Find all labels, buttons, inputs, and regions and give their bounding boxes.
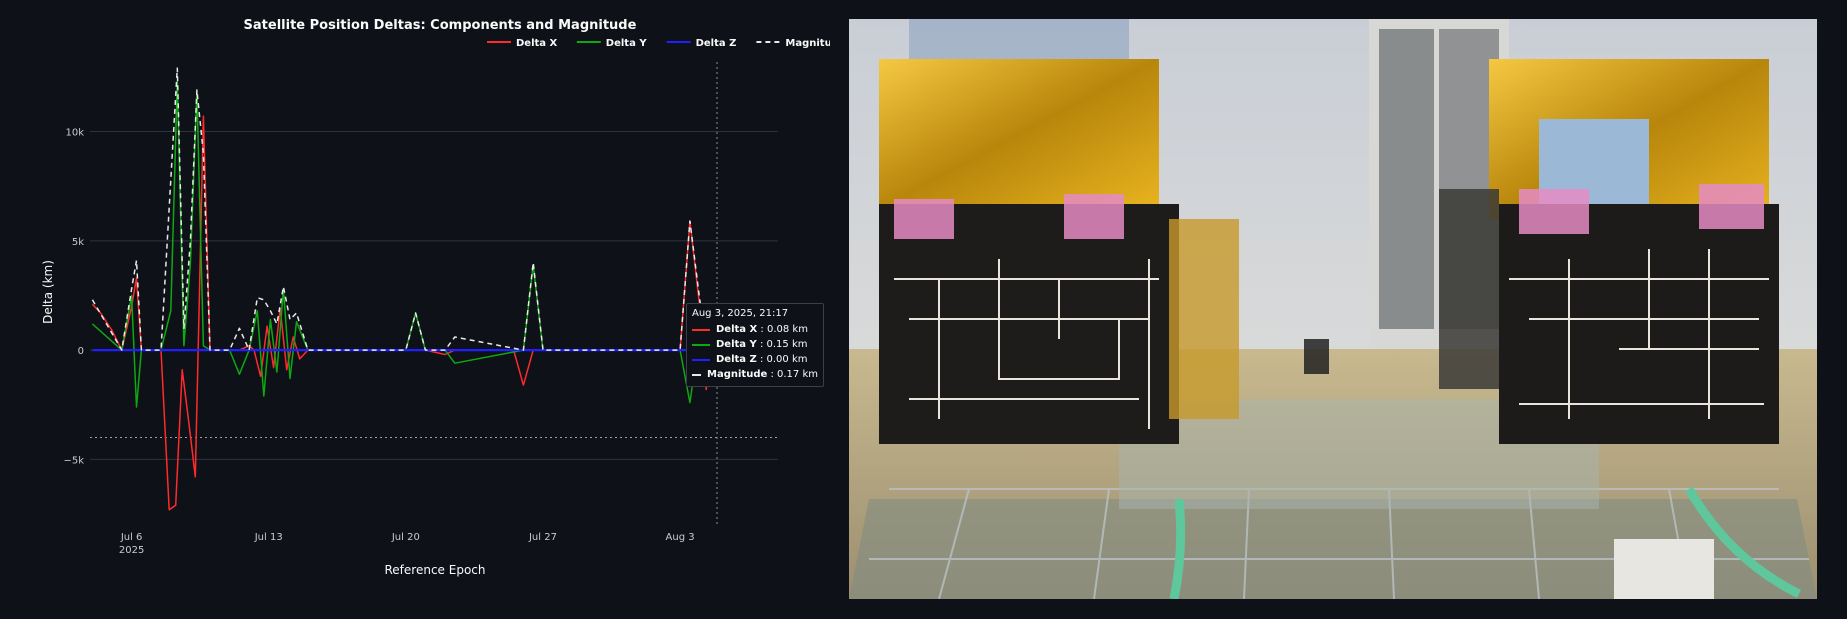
- tooltip-name: Magnitude: [707, 369, 768, 380]
- tooltip-row-magnitude: Magnitude : 0.17 km: [692, 367, 818, 382]
- tooltip-swatch-delta-x: [692, 328, 710, 331]
- tooltip-header: Aug 3, 2025, 21:17: [692, 308, 789, 319]
- tooltip-value: 0.08 km: [766, 324, 808, 335]
- x-tick-label: Aug 3: [666, 532, 695, 543]
- y-tick-label: 0: [78, 346, 84, 357]
- tooltip-swatch-delta-y: [692, 343, 710, 346]
- legend-label: Magnitude: [785, 38, 830, 49]
- series-line-delta-y: [91, 80, 718, 408]
- tooltip-swatch-magnitude: [692, 373, 702, 376]
- chart-panel: 10k 5k 0 −5k Jul 6 2025 Jul 13 Jul 20 Jul 27 Aug …: [0, 0, 830, 619]
- y-axis-title: Delta (km): [41, 260, 55, 324]
- legend-label: Delta Y: [606, 38, 648, 49]
- tooltip-name: Delta X: [716, 324, 758, 335]
- y-tick-label: 5k: [72, 237, 84, 248]
- series-line-magnitude: [91, 67, 718, 351]
- tooltip-value: 0.17 km: [777, 369, 818, 380]
- chart-title: Satellite Position Deltas: Components an…: [244, 18, 637, 33]
- tooltip-name: Delta Y: [716, 339, 757, 350]
- tooltip-value: 0.15 km: [766, 339, 808, 350]
- legend-label: Delta X: [516, 38, 558, 49]
- legend-label: Delta Z: [696, 38, 737, 49]
- tooltip-swatch-delta-z: [692, 358, 710, 361]
- tooltip-row-delta-z: Delta Z : 0.00 km: [692, 352, 818, 367]
- hover-tooltip: Aug 3, 2025, 21:17 Delta X : 0.08 km Del…: [686, 303, 824, 387]
- satellite-photo: [849, 19, 1817, 599]
- tooltip-row-delta-x: Delta X : 0.08 km: [692, 322, 818, 337]
- x-tick-year-label: 2025: [119, 545, 144, 556]
- tooltip-name: Delta Z: [716, 354, 757, 365]
- tooltip-value: 0.00 km: [766, 354, 808, 365]
- x-tick-label: Jul 13: [254, 532, 283, 543]
- x-tick-label: Jul 20: [391, 532, 420, 543]
- tooltip-row-delta-y: Delta Y : 0.15 km: [692, 337, 818, 352]
- y-tick-label: −5k: [63, 455, 84, 466]
- x-axis-title: Reference Epoch: [385, 563, 486, 577]
- y-tick-label: 10k: [65, 128, 84, 139]
- x-tick-label: Jul 27: [528, 532, 557, 543]
- x-tick-label: Jul 6: [120, 532, 143, 543]
